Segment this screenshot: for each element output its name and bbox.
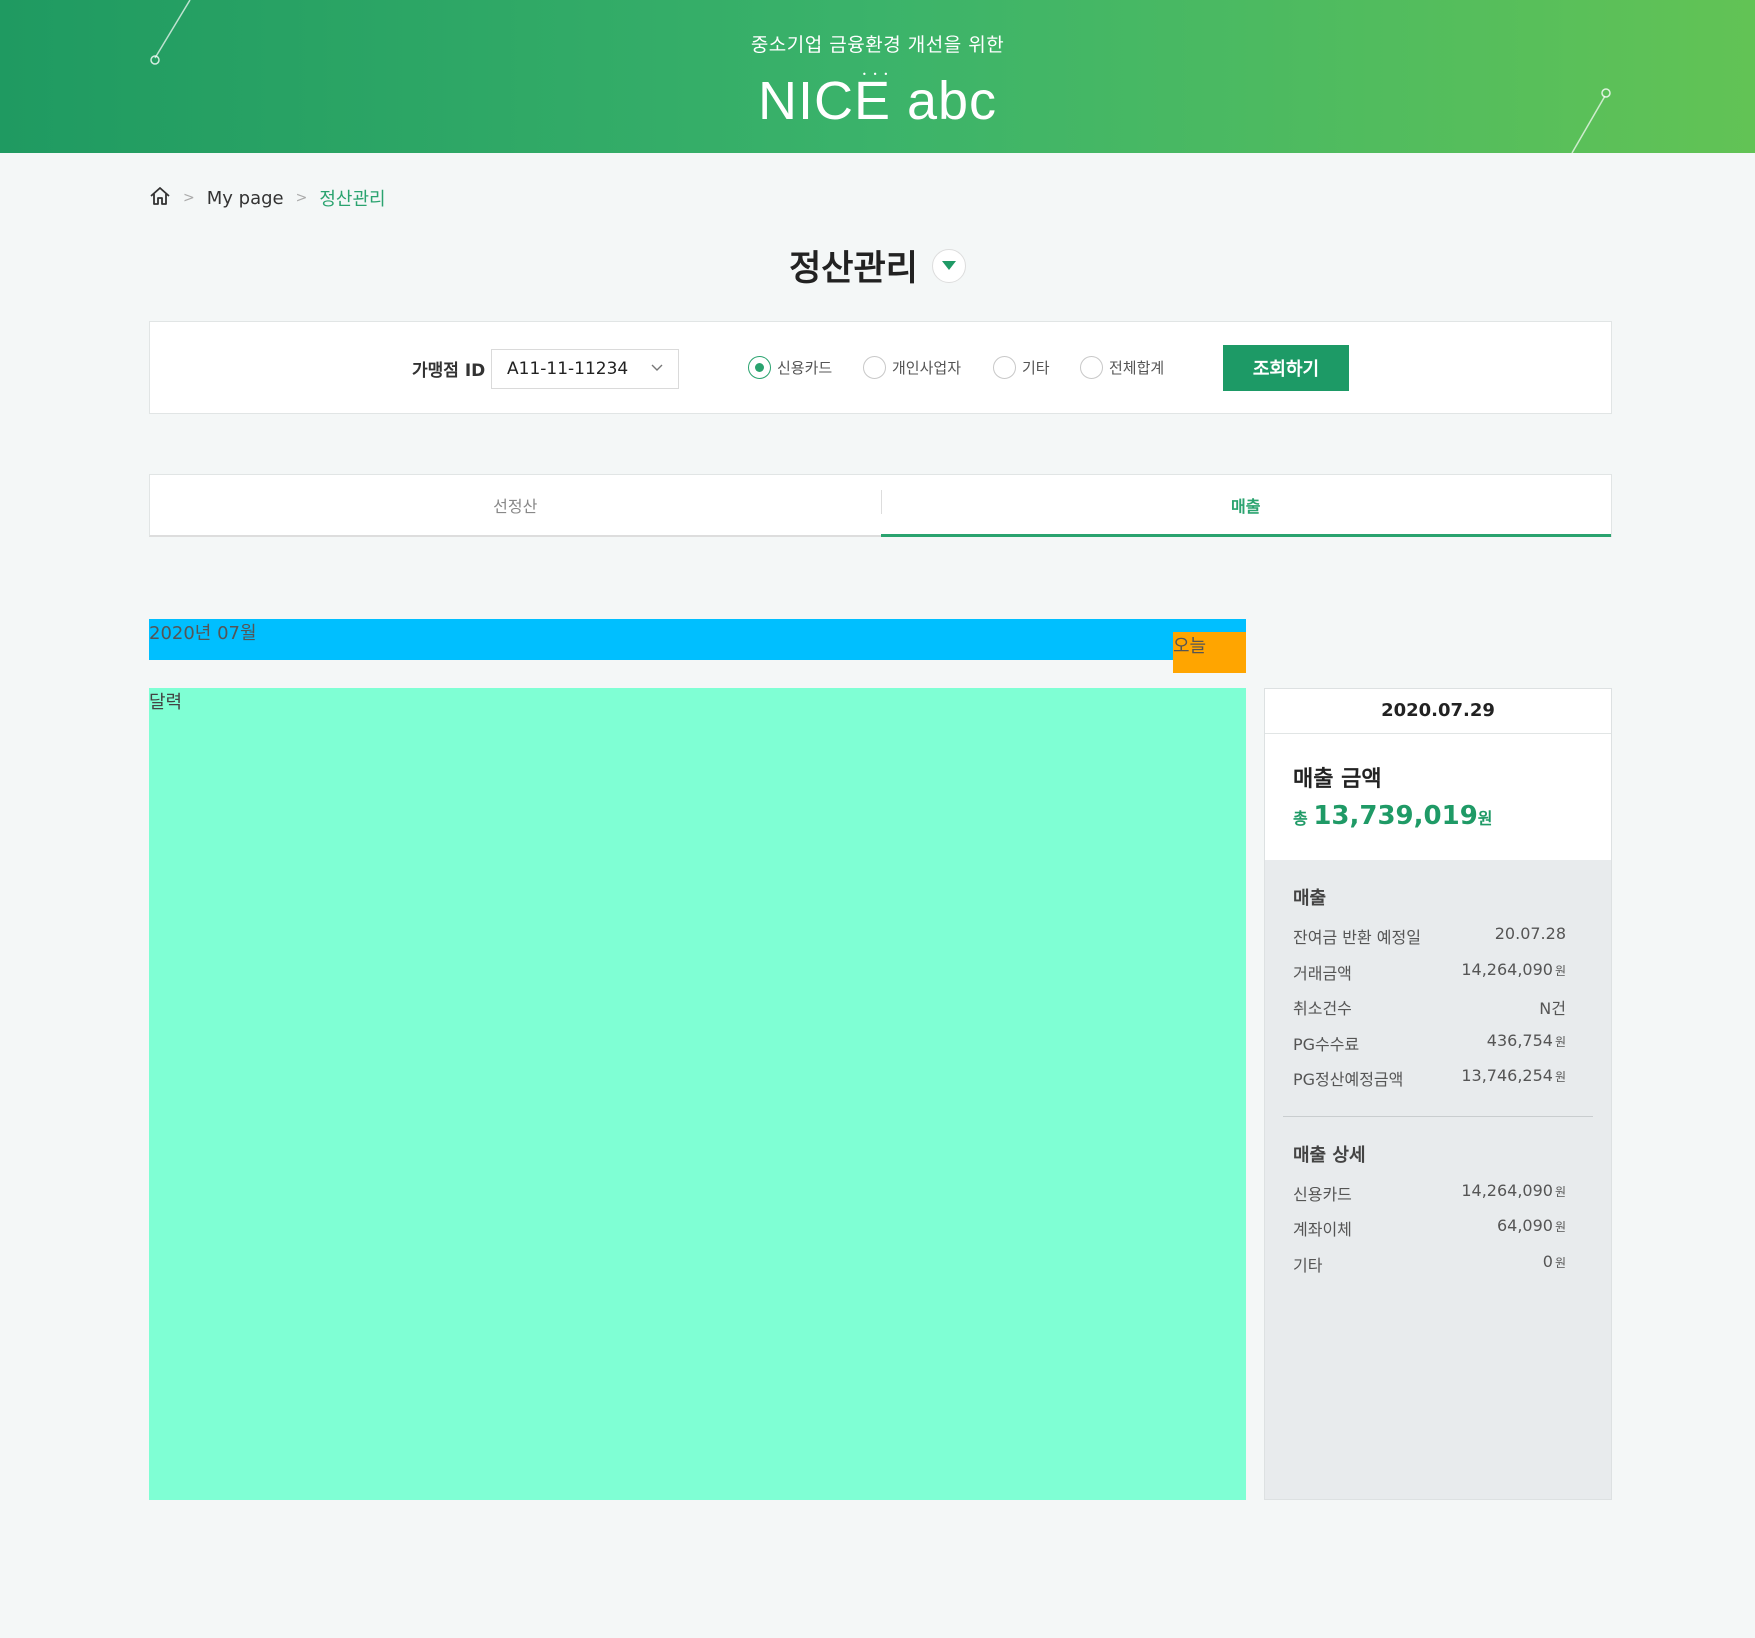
row-value: 13,746,254 원	[1461, 1066, 1566, 1085]
sales-detail-panel: 2020.07.29 매출 금액 총 13,739,019원 매출 잔여금 반환…	[1264, 688, 1612, 1500]
chevron-right-icon: >	[295, 190, 308, 206]
detail-section-title: 매출 상세	[1293, 1144, 1366, 1166]
radio-label: 개인사업자	[892, 359, 962, 377]
filter-panel: 가맹점 ID A11-11-11234 신용카드 개인사업자 기타 전체합계 조…	[149, 321, 1612, 414]
radio-label: 전체합계	[1109, 359, 1165, 377]
calendar-month: 2020년 07월	[149, 623, 257, 644]
home-icon[interactable]	[149, 186, 171, 211]
row-label: 거래금액	[1293, 963, 1352, 983]
row-value: 20.07.28	[1494, 924, 1566, 943]
radio-circle[interactable]	[863, 356, 886, 379]
merchant-id-value: A11-11-11234	[507, 359, 629, 379]
total-amount: 총 13,739,019원	[1293, 801, 1583, 831]
row-value: 0원	[1542, 1251, 1566, 1271]
breadcrumb-current[interactable]: 정산관리	[319, 185, 385, 211]
radio-circle[interactable]	[993, 356, 1016, 379]
merchant-id-select[interactable]: A11-11-11234	[491, 349, 679, 389]
radio-sole-proprietor[interactable]: 개인사업자	[863, 356, 961, 379]
row-label: PG정산예정금액	[1293, 1070, 1404, 1089]
calendar[interactable]: 달력	[149, 688, 1246, 1500]
detail-row: 신용카드 14,264,090 원	[1293, 1181, 1566, 1217]
row-value: 14,264,090 원	[1461, 1180, 1566, 1200]
tab-pre-settlement[interactable]: 선정산	[150, 475, 881, 535]
divider	[1283, 1115, 1593, 1117]
row-label: 잔여금 반환 예정일	[1293, 928, 1421, 947]
site-header: 중소기업 금융환경 개선을 위한 ••• NICE abc	[0, 0, 1755, 153]
calendar-month-bar: 2020년 07월	[149, 619, 1246, 660]
radio-circle[interactable]	[748, 356, 771, 379]
header-subtitle: 중소기업 금융환경 개선을 위한	[750, 34, 1005, 56]
row-value: 436,754 원	[1486, 1030, 1566, 1050]
tab-sales[interactable]: 매출	[880, 475, 1612, 537]
detail-row: PG정산예정금액 13,746,254 원	[1293, 1066, 1566, 1102]
tab-bar: 선정산 매출	[149, 474, 1612, 537]
total-prefix: 총	[1293, 809, 1308, 828]
row-value: 14,264,090 원	[1461, 959, 1566, 979]
radio-other[interactable]: 기타	[993, 356, 1050, 379]
row-value: N건	[1539, 999, 1566, 1018]
page-title: 정산관리	[789, 249, 918, 289]
caret-down-icon	[941, 261, 956, 270]
page-menu-dropdown-button[interactable]	[931, 248, 966, 283]
row-label: 기타	[1293, 1255, 1323, 1275]
total-unit: 원	[1477, 809, 1493, 828]
radio-credit-card[interactable]: 신용카드	[748, 356, 832, 379]
selected-date: 2020.07.29	[1265, 689, 1611, 734]
row-label: 신용카드	[1293, 1184, 1352, 1204]
total-value: 13,739,019	[1313, 801, 1478, 831]
row-label: 취소건수	[1293, 999, 1352, 1018]
detail-row: 계좌이체 64,090 원	[1293, 1216, 1566, 1252]
chevron-right-icon: >	[183, 190, 195, 206]
today-button[interactable]: 오늘	[1173, 632, 1246, 673]
sales-detail-section: 매출 상세 신용카드 14,264,090 원 계좌이체 64,090 원 기타 0 원	[1265, 1141, 1611, 1288]
radio-total[interactable]: 전체합계	[1080, 356, 1164, 379]
radio-label: 기타	[1022, 359, 1050, 377]
sales-section-title: 매출	[1293, 888, 1327, 909]
breadcrumb-mypage[interactable]: My page	[207, 188, 284, 209]
detail-row: 잔여금 반환 예정일 20.07.28	[1293, 924, 1566, 960]
radio-circle[interactable]	[1080, 356, 1103, 379]
summary-title: 매출 금액	[1293, 767, 1382, 792]
detail-row: PG수수료 436,754 원	[1293, 1031, 1566, 1067]
calendar-label: 달력	[149, 692, 183, 713]
sales-summary: 매출 금액 총 13,739,019원	[1265, 734, 1611, 860]
radio-label: 신용카드	[777, 359, 833, 377]
page-title-wrap: 정산관리	[0, 240, 1755, 291]
detail-row: 기타 0 원	[1293, 1252, 1566, 1288]
breadcrumb: > My page > 정산관리	[149, 186, 386, 210]
detail-row: 취소건수 N건	[1293, 995, 1566, 1031]
sales-section: 매출 잔여금 반환 예정일 20.07.28 거래금액 14,264,090 원 취소…	[1265, 884, 1611, 1102]
site-logo[interactable]: NICE abc	[0, 70, 1755, 132]
merchant-id-label: 가맹점 ID	[412, 361, 486, 381]
search-button[interactable]: 조회하기	[1223, 345, 1349, 391]
row-label: 계좌이체	[1293, 1220, 1352, 1239]
row-label: PG수수료	[1293, 1034, 1360, 1054]
chevron-down-icon	[651, 364, 663, 371]
row-value: 64,090 원	[1496, 1216, 1566, 1235]
detail-row: 거래금액 14,264,090 원	[1293, 960, 1566, 996]
